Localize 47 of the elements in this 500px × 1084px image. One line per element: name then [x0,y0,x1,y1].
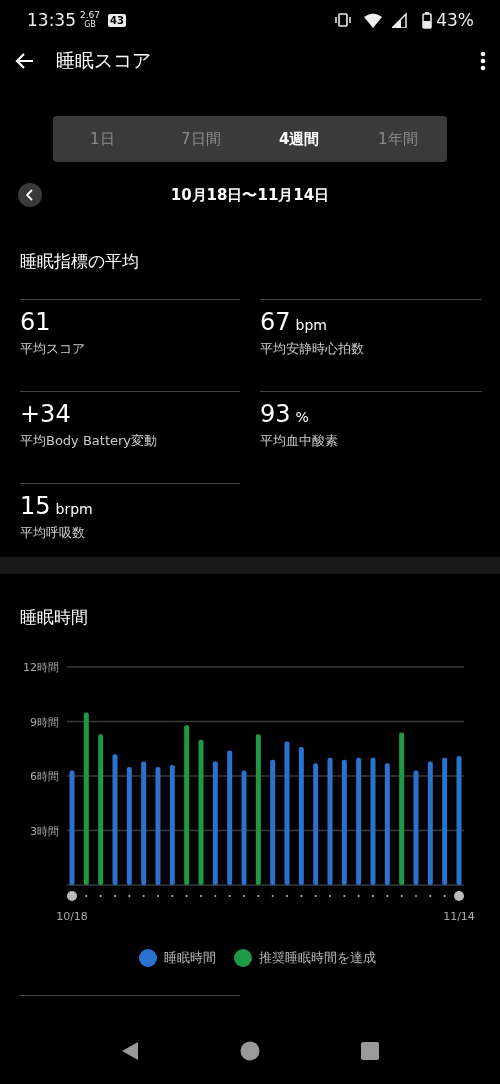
vibrate-icon [334,13,353,27]
metric-value: 67 [260,308,291,336]
date-range: 10月18日〜11月14日 [169,185,331,205]
period-tab[interactable]: 4週間 [250,116,349,162]
signal-icon [392,12,409,28]
metric-value: 15 [20,492,51,520]
section-title: 睡眠時間 [19,606,89,629]
previous-button[interactable] [18,183,42,207]
slider-handle[interactable] [67,891,77,901]
section-title: 睡眠指標の平均 [19,250,140,273]
battery-level: 43% [436,10,474,30]
axis-label: 6時間 [30,770,59,783]
metric-unit: % [295,409,309,425]
legend-label: 睡眠時間 [163,949,216,967]
screen-title: 睡眠スコア [56,48,152,73]
axis-label: 10/18 [56,910,88,923]
back-icon[interactable] [120,1041,139,1061]
metric-unit: brpm [55,501,93,517]
data-unit: GB [84,20,96,29]
period-tab[interactable]: 1年間 [348,116,447,162]
legend-label: 推奨睡眠時間を達成 [258,949,376,967]
battery-icon [422,11,433,29]
metric-label: 平均スコア [20,340,86,358]
notification-badge: 43 [108,13,126,27]
metric-label: 平均呼吸数 [20,524,86,542]
period-tab[interactable]: 1日 [53,116,152,162]
metric-label: 平均血中酸素 [260,432,339,450]
metric-label: 平均安静時心拍数 [260,340,365,358]
slider-handle[interactable] [454,891,464,901]
more-options-icon[interactable] [480,51,486,71]
axis-label: 12時間 [23,661,59,674]
clock: 13:35 [27,10,76,30]
chevron-left-icon [26,189,34,201]
metric-unit: bpm [295,317,327,333]
recents-icon[interactable] [361,1042,380,1060]
axis-label: 11/14 [443,910,475,923]
metric-label: 平均Body Battery変動 [20,432,159,450]
back-arrow-icon[interactable] [14,52,34,70]
metric-value: 93 [260,400,291,428]
period-tab[interactable]: 7日間 [151,116,250,162]
home-icon[interactable] [240,1041,260,1061]
metric-value: +34 [20,400,71,428]
axis-label: 9時間 [30,715,59,729]
data-speed: 2.67 [80,11,101,20]
metric-value: 61 [20,308,51,336]
wifi-icon [364,12,385,28]
axis-label: 3時間 [30,824,59,838]
